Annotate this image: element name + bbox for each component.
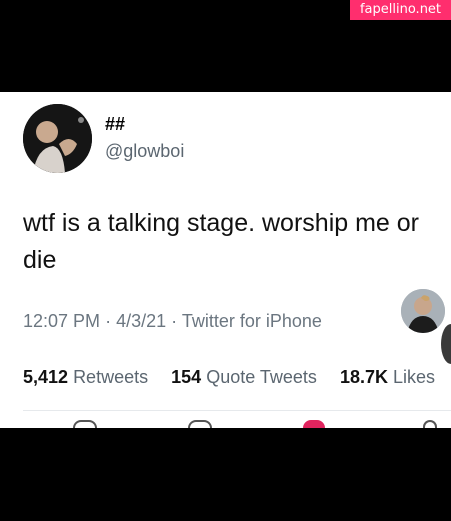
avatar[interactable]	[23, 104, 92, 173]
display-name[interactable]: ##	[105, 114, 125, 135]
tweet-date: 4/3/21	[116, 311, 167, 331]
tweet-source[interactable]: Twitter for iPhone	[182, 311, 322, 331]
watermark-badge: fapellino.net	[350, 0, 451, 20]
retweets-stat[interactable]: 5,412 Retweets	[23, 367, 157, 387]
quote-tweets-count: 154	[171, 367, 202, 387]
tweet-text: wtf is a talking stage. worship me or di…	[23, 209, 419, 274]
likes-label: Likes	[393, 367, 436, 387]
edge-shadow	[441, 324, 451, 364]
retweets-label: Retweets	[73, 367, 149, 387]
divider	[23, 410, 451, 411]
meta-separator: ·	[105, 311, 112, 331]
reply-icon[interactable]	[73, 420, 97, 428]
engagement-stats: 5,412 Retweets 154 Quote Tweets 18.7K Li…	[23, 367, 451, 388]
tweet-meta: 12:07 PM · 4/3/21 · Twitter for iPhone	[23, 311, 322, 332]
quote-tweets-label: Quote Tweets	[206, 367, 317, 387]
meta-separator: ·	[171, 311, 178, 331]
overlay-avatar	[401, 289, 445, 333]
retweets-count: 5,412	[23, 367, 69, 387]
quote-tweets-stat[interactable]: 154 Quote Tweets	[171, 367, 326, 387]
tweet-time: 12:07 PM	[23, 311, 101, 331]
heart-icon[interactable]	[303, 420, 325, 428]
share-icon[interactable]	[423, 420, 437, 428]
likes-count: 18.7K	[339, 367, 388, 387]
overlay-avatar-photo	[401, 289, 445, 333]
likes-stat[interactable]: 18.7K Likes	[340, 367, 444, 387]
retweet-icon[interactable]	[188, 420, 212, 428]
action-bar	[0, 420, 451, 428]
tweet-card: ## @glowboi wtf is a talking stage. wors…	[0, 92, 451, 428]
avatar-photo	[23, 104, 92, 173]
user-handle[interactable]: @glowboi	[105, 141, 184, 162]
